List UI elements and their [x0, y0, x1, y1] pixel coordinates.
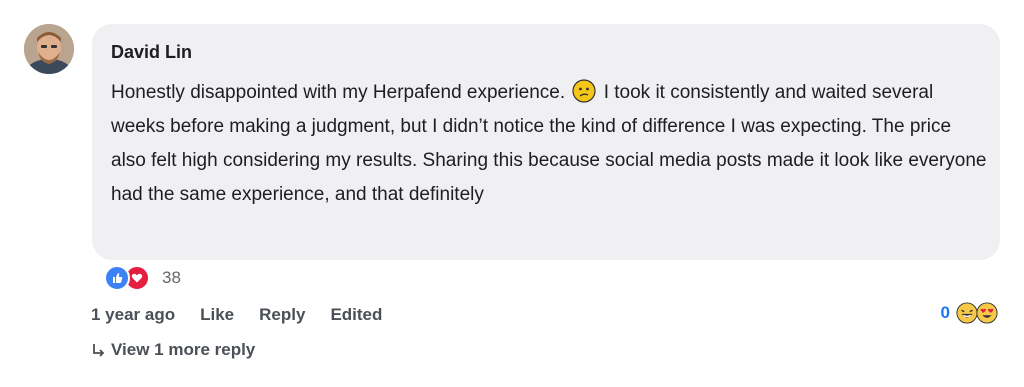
- right-reaction-count: 0: [940, 303, 950, 322]
- confused-face-icon: [572, 79, 597, 103]
- reply-arrow-icon: [93, 344, 105, 357]
- view-more-replies-button[interactable]: View 1 more reply: [91, 340, 255, 360]
- reply-button[interactable]: Reply: [259, 305, 305, 325]
- like-button[interactable]: Like: [200, 305, 234, 325]
- comment-author[interactable]: David Lin: [111, 42, 192, 63]
- avatar[interactable]: [24, 24, 74, 74]
- comment-card: David Lin Honestly disappointed with my …: [0, 0, 1024, 387]
- comment-timestamp[interactable]: 1 year ago: [91, 305, 175, 325]
- view-more-replies-label: View 1 more reply: [111, 340, 256, 359]
- heart-eyes-face-icon: [976, 302, 998, 324]
- edited-label[interactable]: Edited: [330, 305, 382, 325]
- reaction-summary[interactable]: 38: [104, 265, 181, 291]
- comment-bubble: David Lin Honestly disappointed with my …: [92, 24, 1000, 260]
- avatar-image: [24, 24, 74, 74]
- comment-actions: 1 year ago Like Reply Edited: [91, 303, 407, 327]
- reaction-picker-summary[interactable]: 0: [941, 302, 998, 324]
- thumbs-up-icon: [104, 265, 130, 291]
- comment-text: Honestly disappointed with my Herpafend …: [111, 76, 987, 212]
- reaction-count: 38: [162, 268, 181, 287]
- laughing-face-icon: [956, 302, 978, 324]
- comment-text-part-1: Honestly disappointed with my Herpafend …: [111, 82, 566, 103]
